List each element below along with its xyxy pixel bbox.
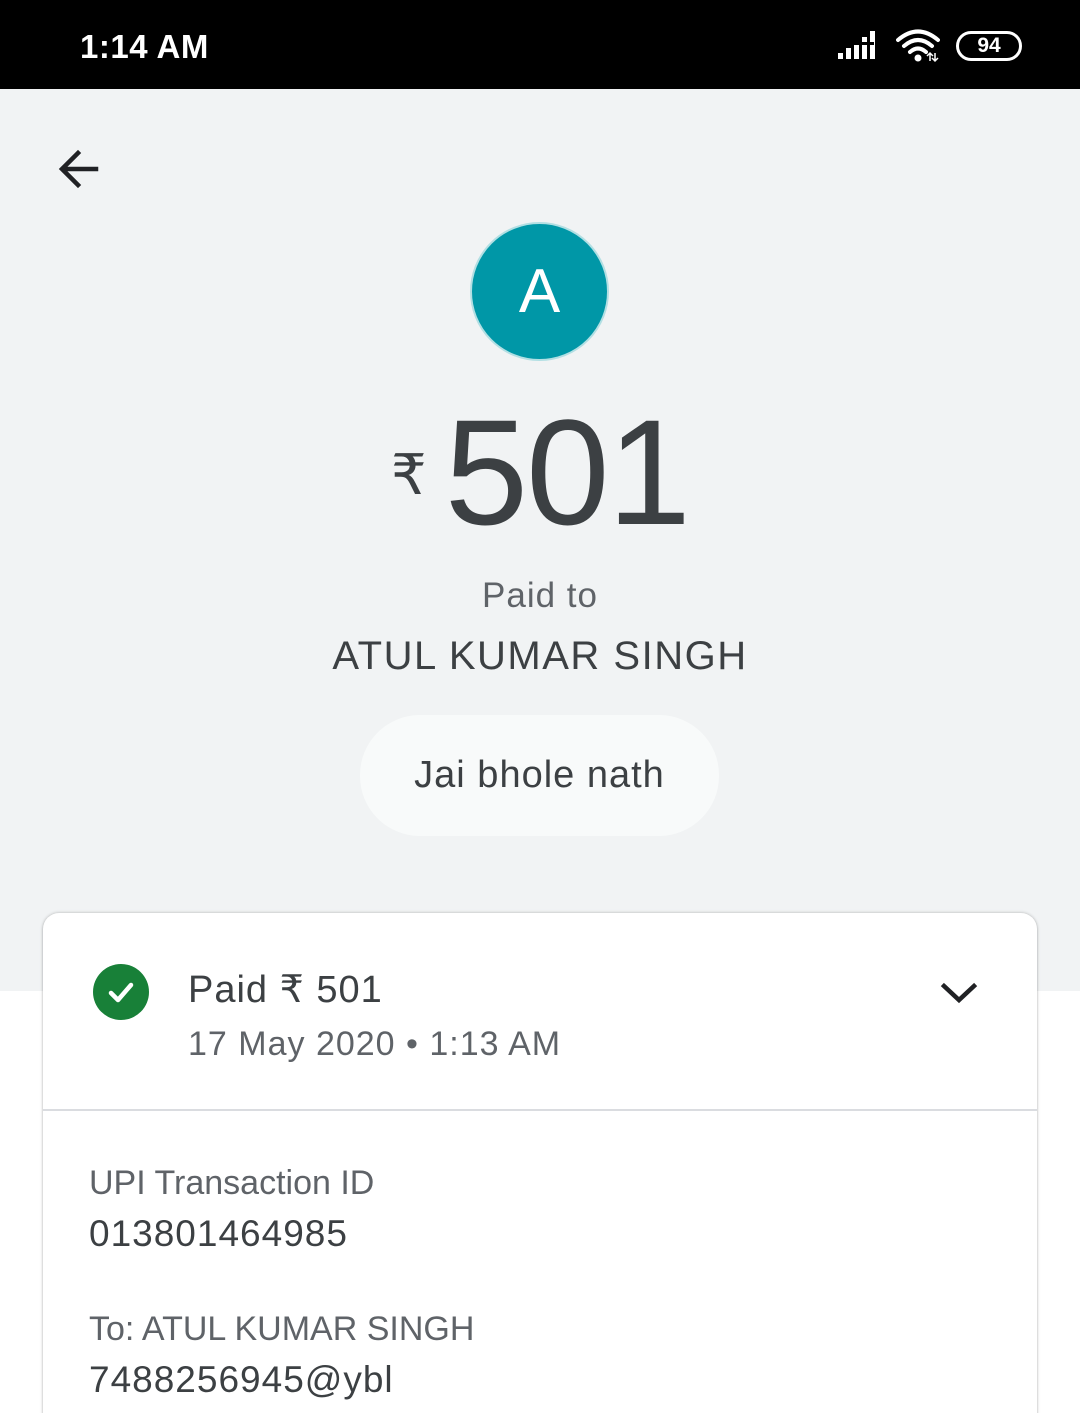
paid-to-label: Paid to [482, 576, 598, 615]
status-time: 1:14 AM [80, 28, 209, 65]
amount-display: ₹ 501 [0, 397, 1080, 547]
status-bar: 1:14 AM 94 [0, 0, 1080, 89]
recipient-label: To: ATUL KUMAR SINGH [89, 1310, 475, 1348]
currency-symbol: ₹ [391, 443, 427, 508]
upi-transaction-id-label: UPI Transaction ID [89, 1164, 375, 1202]
transaction-date: 17 May 2020 • 1:13 AM [188, 1025, 562, 1063]
payment-note: Jai bhole nath [360, 715, 719, 836]
amount-value: 501 [444, 388, 691, 556]
expand-details-button[interactable] [929, 963, 989, 1023]
arrow-left-icon [58, 149, 99, 189]
chevron-down-icon [940, 982, 978, 1004]
recipient-upi-id: 7488256945@ybl [89, 1359, 394, 1400]
card-divider [43, 1109, 1037, 1111]
battery-icon: 94 [956, 31, 1022, 61]
signal-icon [838, 31, 880, 61]
back-button[interactable] [46, 137, 110, 201]
status-icons: 94 [838, 26, 1022, 66]
transaction-card: Paid ₹ 501 17 May 2020 • 1:13 AM UPI Tra… [43, 913, 1037, 1413]
payee-name: ATUL KUMAR SINGH [332, 634, 748, 678]
wifi-icon [896, 29, 940, 63]
avatar: A [470, 222, 609, 361]
payment-header: A ₹ 501 Paid to ATUL KUMAR SINGH Jai bho… [0, 89, 1080, 991]
transaction-status-title: Paid ₹ 501 [188, 969, 383, 1011]
upi-transaction-id-value: 013801464985 [89, 1213, 348, 1254]
check-circle-icon [93, 964, 149, 1020]
